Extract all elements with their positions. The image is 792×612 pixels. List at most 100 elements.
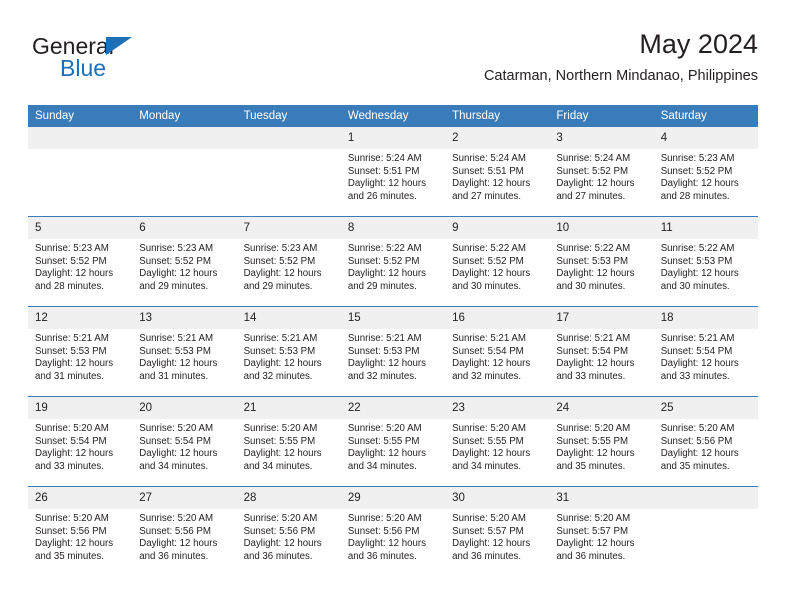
calendar-day-cell[interactable]: 25 Sunrise: 5:20 AM Sunset: 5:56 PM Dayligh… <box>653 396 758 487</box>
calendar-day-cell[interactable]: 19 Sunrise: 5:20 AM Sunset: 5:54 PM Dayligh… <box>28 396 133 487</box>
day-number: 3 <box>549 127 654 149</box>
calendar-day-cell[interactable]: 9 Sunrise: 5:22 AM Sunset: 5:52 PM Daylight… <box>445 216 550 307</box>
sunrise-text: Sunrise: 5:21 AM <box>139 333 214 344</box>
sunset-text: Sunset: 5:54 PM <box>556 345 629 357</box>
sunrise-text: Sunrise: 5:21 AM <box>556 333 631 344</box>
day-number: 28 <box>236 487 341 509</box>
weekday-header-monday: Monday <box>132 105 237 127</box>
daylight-text-cont: and 34 minutes. <box>243 460 313 472</box>
sunrise-text: Sunrise: 5:24 AM <box>452 153 526 164</box>
daylight-text: Daylight: 12 hours <box>556 178 635 190</box>
day-cell-inner <box>653 487 758 576</box>
sunset-text: Sunset: 5:54 PM <box>660 345 733 357</box>
calendar-day-cell[interactable]: 2 Sunrise: 5:24 AM Sunset: 5:51 PM Daylight… <box>445 127 550 217</box>
sunset-text: Sunset: 5:55 PM <box>243 435 316 447</box>
sunrise-text: Sunrise: 5:22 AM <box>660 243 735 254</box>
calendar-day-cell[interactable]: 29 Sunrise: 5:20 AM Sunset: 5:56 PM Dayligh… <box>340 486 446 576</box>
calendar-day-cell[interactable]: 6 Sunrise: 5:23 AM Sunset: 5:52 PM Daylight… <box>132 216 237 307</box>
sunrise-text: Sunrise: 5:23 AM <box>660 153 735 164</box>
daylight-text: Daylight: 12 hours <box>347 268 426 280</box>
calendar-day-cell[interactable]: 11 Sunrise: 5:22 AM Sunset: 5:53 PM Dayligh… <box>653 216 758 307</box>
calendar-empty-cell <box>28 127 133 217</box>
day-details: Sunrise: 5:21 AM Sunset: 5:54 PM Daylight:… <box>549 329 653 383</box>
calendar-day-cell[interactable]: 23 Sunrise: 5:20 AM Sunset: 5:55 PM Dayligh… <box>445 396 550 487</box>
daylight-text: Daylight: 12 hours <box>35 538 114 550</box>
calendar-day-cell[interactable]: 8 Sunrise: 5:22 AM Sunset: 5:52 PM Daylight… <box>340 216 446 307</box>
calendar-day-cell[interactable]: 4 Sunrise: 5:23 AM Sunset: 5:52 PM Daylight… <box>653 127 758 217</box>
day-details: Sunrise: 5:21 AM Sunset: 5:54 PM Daylight:… <box>445 329 549 383</box>
day-number <box>132 127 237 149</box>
sunrise-text: Sunrise: 5:20 AM <box>243 423 318 434</box>
calendar-day-cell[interactable]: 12 Sunrise: 5:21 AM Sunset: 5:53 PM Dayligh… <box>28 306 133 397</box>
calendar-day-cell[interactable]: 14 Sunrise: 5:21 AM Sunset: 5:53 PM Dayligh… <box>236 306 341 397</box>
sunrise-text: Sunrise: 5:20 AM <box>347 513 422 524</box>
weekday-header-tuesday: Tuesday <box>236 105 341 127</box>
calendar-day-cell[interactable]: 31 Sunrise: 5:20 AM Sunset: 5:57 PM Dayligh… <box>549 486 654 576</box>
day-number <box>653 487 758 509</box>
daylight-text-cont: and 27 minutes. <box>556 190 626 202</box>
calendar-day-cell[interactable]: 30 Sunrise: 5:20 AM Sunset: 5:57 PM Dayligh… <box>445 486 550 576</box>
daylight-text: Daylight: 12 hours <box>452 268 531 280</box>
day-details: Sunrise: 5:20 AM Sunset: 5:56 PM Daylight:… <box>132 509 236 563</box>
daylight-text-cont: and 36 minutes. <box>347 550 417 562</box>
day-cell-inner: 13 Sunrise: 5:21 AM Sunset: 5:53 PM Dayligh… <box>132 307 237 396</box>
sunrise-text: Sunrise: 5:21 AM <box>35 333 109 344</box>
day-cell-inner: 29 Sunrise: 5:20 AM Sunset: 5:56 PM Dayligh… <box>340 487 446 576</box>
daylight-text: Daylight: 12 hours <box>660 268 739 280</box>
sunrise-text: Sunrise: 5:23 AM <box>243 243 318 254</box>
day-number: 16 <box>445 307 550 329</box>
day-details: Sunrise: 5:22 AM Sunset: 5:52 PM Daylight:… <box>341 239 445 293</box>
calendar-week-row: 12 Sunrise: 5:21 AM Sunset: 5:53 PM Dayligh… <box>28 306 758 397</box>
sunset-text: Sunset: 5:56 PM <box>660 435 733 447</box>
day-number <box>236 127 341 149</box>
daylight-text: Daylight: 12 hours <box>139 358 218 370</box>
day-details: Sunrise: 5:22 AM Sunset: 5:52 PM Daylight:… <box>445 239 549 293</box>
calendar-day-cell[interactable]: 17 Sunrise: 5:21 AM Sunset: 5:54 PM Dayligh… <box>549 306 654 397</box>
calendar-day-cell[interactable]: 20 Sunrise: 5:20 AM Sunset: 5:54 PM Dayligh… <box>132 396 237 487</box>
day-details: Sunrise: 5:20 AM Sunset: 5:54 PM Daylight:… <box>132 419 236 473</box>
daylight-text-cont: and 26 minutes. <box>347 190 417 202</box>
daylight-text: Daylight: 12 hours <box>556 268 635 280</box>
day-number: 13 <box>132 307 237 329</box>
logo-triangle-icon <box>106 37 132 55</box>
day-details: Sunrise: 5:20 AM Sunset: 5:55 PM Daylight:… <box>237 419 341 473</box>
calendar-day-cell[interactable]: 26 Sunrise: 5:20 AM Sunset: 5:56 PM Dayligh… <box>28 486 133 576</box>
calendar-day-cell[interactable]: 28 Sunrise: 5:20 AM Sunset: 5:56 PM Dayligh… <box>236 486 341 576</box>
daylight-text: Daylight: 12 hours <box>243 358 322 370</box>
calendar-day-cell[interactable]: 27 Sunrise: 5:20 AM Sunset: 5:56 PM Dayligh… <box>132 486 237 576</box>
calendar-day-cell[interactable]: 10 Sunrise: 5:22 AM Sunset: 5:53 PM Dayligh… <box>549 216 654 307</box>
calendar-day-cell[interactable]: 13 Sunrise: 5:21 AM Sunset: 5:53 PM Dayligh… <box>132 306 237 397</box>
calendar-week-row: 5 Sunrise: 5:23 AM Sunset: 5:52 PM Daylight… <box>28 216 758 307</box>
day-number: 23 <box>445 397 550 419</box>
calendar-day-cell[interactable]: 7 Sunrise: 5:23 AM Sunset: 5:52 PM Daylight… <box>236 216 341 307</box>
daylight-text-cont: and 35 minutes. <box>660 460 730 472</box>
day-number: 22 <box>340 397 446 419</box>
calendar-week-row: 19 Sunrise: 5:20 AM Sunset: 5:54 PM Dayligh… <box>28 396 758 487</box>
day-number: 30 <box>445 487 550 509</box>
daylight-text: Daylight: 12 hours <box>452 538 531 550</box>
calendar-day-cell[interactable]: 16 Sunrise: 5:21 AM Sunset: 5:54 PM Dayligh… <box>445 306 550 397</box>
sunset-text: Sunset: 5:51 PM <box>347 165 420 177</box>
calendar-day-cell[interactable]: 21 Sunrise: 5:20 AM Sunset: 5:55 PM Dayligh… <box>236 396 341 487</box>
calendar-day-cell[interactable]: 1 Sunrise: 5:24 AM Sunset: 5:51 PM Daylight… <box>340 127 446 217</box>
daylight-text-cont: and 36 minutes. <box>243 550 313 562</box>
sunset-text: Sunset: 5:53 PM <box>243 345 316 357</box>
calendar-day-cell[interactable]: 24 Sunrise: 5:20 AM Sunset: 5:55 PM Dayligh… <box>549 396 654 487</box>
calendar-day-cell[interactable]: 5 Sunrise: 5:23 AM Sunset: 5:52 PM Daylight… <box>28 216 133 307</box>
calendar-empty-cell <box>132 127 237 217</box>
day-number <box>28 127 133 149</box>
sunrise-text: Sunrise: 5:21 AM <box>452 333 526 344</box>
daylight-text: Daylight: 12 hours <box>347 178 426 190</box>
calendar-day-cell[interactable]: 3 Sunrise: 5:24 AM Sunset: 5:52 PM Daylight… <box>549 127 654 217</box>
daylight-text-cont: and 33 minutes. <box>660 370 730 382</box>
daylight-text-cont: and 36 minutes. <box>452 550 522 562</box>
sunrise-text: Sunrise: 5:20 AM <box>139 513 214 524</box>
day-number: 2 <box>445 127 550 149</box>
daylight-text: Daylight: 12 hours <box>139 538 218 550</box>
calendar-day-cell[interactable]: 15 Sunrise: 5:21 AM Sunset: 5:53 PM Dayligh… <box>340 306 446 397</box>
calendar-day-cell[interactable]: 22 Sunrise: 5:20 AM Sunset: 5:55 PM Dayligh… <box>340 396 446 487</box>
calendar-day-cell[interactable]: 18 Sunrise: 5:21 AM Sunset: 5:54 PM Dayligh… <box>653 306 758 397</box>
weekday-header: Sunday Monday Tuesday Wednesday Thursday Frid… <box>28 105 758 127</box>
daylight-text: Daylight: 12 hours <box>660 448 739 460</box>
sunset-text: Sunset: 5:54 PM <box>139 435 211 447</box>
